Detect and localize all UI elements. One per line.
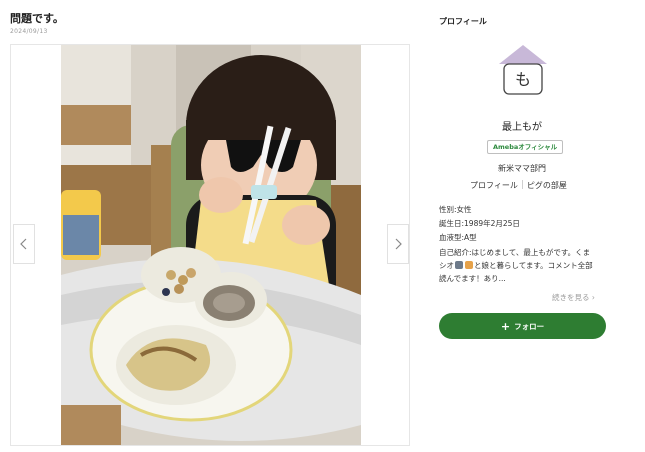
avatar-letter: も [515, 70, 531, 89]
follow-button[interactable]: + フォロー [439, 313, 606, 339]
bio-line-2a: シオ [439, 261, 454, 270]
profile-link[interactable]: プロフィール [470, 181, 518, 190]
post-title: 問題です。 [10, 12, 64, 25]
profile-sidebar: プロフィール も 最上もが Amebaオフィシャル 新米ママ部門 プロフィールピ… [432, 0, 632, 452]
birthday-info: 誕生日:1989年2月25日 [439, 219, 520, 228]
category-link[interactable]: 新米ママ部門 [432, 163, 612, 174]
photo-child-eating [61, 45, 361, 445]
bio-line-3: 読んでます！あり... [439, 274, 506, 283]
dog-emoji-icon [465, 261, 473, 269]
chevron-left-icon [20, 238, 27, 250]
post-photo[interactable] [61, 45, 361, 445]
profile-heading: プロフィール [439, 17, 487, 26]
blogger-name[interactable]: 最上もが [432, 118, 612, 133]
image-gallery [10, 44, 410, 446]
profile-links: プロフィール ピグの部屋 [470, 180, 567, 191]
blood-type-info: 血液型:A型 [439, 233, 477, 242]
read-more-link[interactable]: 続きを見る › [552, 292, 595, 303]
house-avatar-icon: も [499, 45, 547, 95]
bio-line-2b: と娘と暮らしてます。コメント全部 [474, 261, 593, 270]
post-date: 2024/09/13 [10, 28, 48, 35]
avatar[interactable]: も [496, 42, 550, 98]
bio-line-2: シオ と娘と暮らしてます。コメント全部 [439, 259, 609, 272]
gallery-next-button[interactable] [387, 224, 409, 264]
cat-emoji-icon [455, 261, 463, 269]
bio-line-1: 自己紹介:はじめまして、最上もがです。くま [439, 248, 591, 257]
follow-label: フォロー [514, 321, 545, 331]
official-badge: Amebaオフィシャル [487, 140, 564, 154]
bio-text: 自己紹介:はじめまして、最上もがです。くま シオ と娘と暮らしてます。コメント全部… [439, 246, 609, 285]
link-divider [521, 180, 523, 189]
plus-icon: + [500, 319, 511, 333]
chevron-right-icon [395, 238, 402, 250]
gender-info: 性別:女性 [439, 205, 472, 214]
gallery-prev-button[interactable] [13, 224, 35, 264]
pigg-room-link[interactable]: ピグの部屋 [527, 181, 567, 190]
